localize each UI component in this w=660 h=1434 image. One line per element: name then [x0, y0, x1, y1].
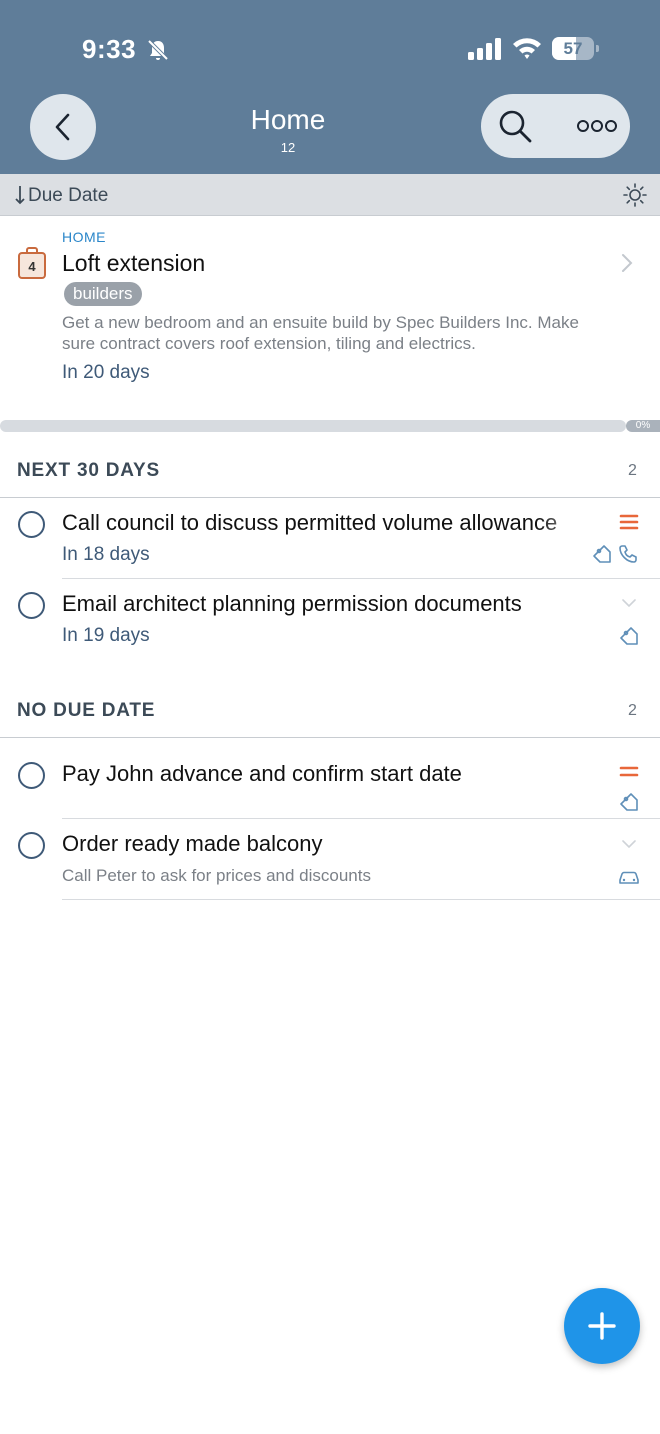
priority-medium-icon [619, 766, 639, 777]
project-briefcase-icon: 4 [18, 247, 46, 279]
back-button[interactable] [30, 94, 96, 160]
task-title: Order ready made balcony [62, 831, 323, 856]
section-header-next-30-days[interactable]: NEXT 30 DAYS 2 [0, 458, 660, 498]
tag-icon [620, 627, 638, 645]
sort-bar[interactable]: Due Date [0, 174, 660, 216]
add-task-button[interactable] [564, 1288, 640, 1364]
page-title: Home [250, 104, 326, 135]
chevron-left-icon [55, 113, 70, 141]
page-item-count: 12 [280, 140, 296, 155]
priority-high-icon [619, 514, 639, 530]
wifi-icon [513, 38, 541, 59]
project-due-date: In 20 days [62, 362, 150, 383]
task-due-date: In 18 days [62, 544, 150, 565]
project-breadcrumb[interactable]: HOME [62, 229, 106, 245]
bell-off-icon [147, 39, 169, 61]
chevron-down-icon[interactable] [621, 598, 637, 608]
section-title: NEXT 30 DAYS [17, 460, 161, 481]
progress-label: 0% [626, 420, 660, 432]
project-notes: Get a new bedroom and an ensuite build b… [62, 313, 579, 353]
cellular-signal-icon [468, 38, 501, 60]
navigation-header: 9:33 57 Home 12 [0, 0, 660, 174]
tag-badge[interactable]: builders [64, 282, 142, 306]
section-header-no-due-date[interactable]: NO DUE DATE 2 [0, 698, 660, 738]
section-title: NO DUE DATE [17, 700, 156, 721]
task-title: Call council to discuss permitted volume… [62, 510, 558, 535]
task-checkbox[interactable] [18, 511, 45, 538]
task-title: Pay John advance and confirm start date [62, 761, 462, 786]
task-checkbox[interactable] [18, 762, 45, 789]
header-actions [481, 94, 630, 158]
phone-icon [619, 545, 637, 563]
task-row[interactable]: Pay John advance and confirm start date [0, 739, 660, 819]
task-checkbox[interactable] [18, 592, 45, 619]
task-due-date: In 19 days [62, 625, 150, 646]
tag-icon [593, 545, 611, 563]
battery-indicator: 57 [552, 37, 600, 60]
sort-label: Due Date [28, 185, 109, 206]
project-card[interactable]: 4 HOME Loft extension builders Get a new… [0, 216, 660, 420]
task-note: Call Peter to ask for prices and discoun… [62, 866, 371, 885]
project-progress-bar: 0% [0, 420, 660, 432]
project-badge-number: 4 [28, 259, 36, 274]
section-count: 2 [628, 702, 637, 719]
task-row[interactable]: Call council to discuss permitted volume… [0, 499, 660, 579]
section-count: 2 [628, 462, 637, 479]
task-row[interactable]: Order ready made balcony Call Peter to a… [0, 820, 660, 900]
task-row[interactable]: Email architect planning permission docu… [0, 580, 660, 660]
chevron-down-icon[interactable] [621, 839, 637, 849]
battery-level: 57 [563, 39, 583, 58]
project-title: Loft extension [62, 250, 206, 276]
chevron-right-icon[interactable] [620, 252, 634, 274]
plus-icon [588, 1312, 616, 1340]
search-icon[interactable] [497, 108, 533, 144]
task-title: Email architect planning permission docu… [62, 591, 522, 616]
sort-arrow-icon [15, 186, 25, 205]
status-time: 9:33 [82, 34, 137, 64]
tag-icon [620, 793, 638, 811]
task-checkbox[interactable] [18, 832, 45, 859]
car-icon [619, 871, 639, 884]
more-options-icon[interactable] [577, 116, 617, 136]
sun-icon[interactable] [622, 182, 648, 208]
